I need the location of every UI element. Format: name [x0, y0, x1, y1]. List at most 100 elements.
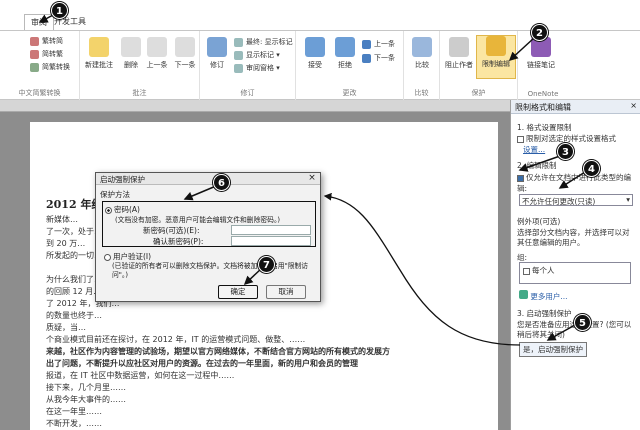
step-badge-7: 7 [258, 256, 275, 273]
step-badge-4: 4 [583, 160, 600, 177]
formatting-section-title: 1. 格式设置限制 [517, 123, 572, 132]
onenote-group: 链接笔记 OneNote [518, 31, 568, 101]
convert-button[interactable]: 简繁转换 [30, 62, 70, 72]
accept-button[interactable]: 接受 [298, 37, 332, 70]
up-arrow-icon [362, 39, 371, 49]
previous-change-button[interactable]: 上一条 [362, 39, 395, 49]
new-password-input[interactable] [231, 225, 311, 235]
doc-line: 质疑，当… [46, 323, 86, 332]
convert-icon [30, 36, 39, 46]
show-markup-button[interactable]: 显示标记 ▾ [234, 50, 280, 60]
dialog-title: 启动强制保护 [100, 175, 145, 184]
display-for-review-select[interactable]: 最终: 显示标记 [234, 37, 293, 47]
tracking-group: 修订 最终: 显示标记 显示标记 ▾ 审阅窗格 ▾ 修订 [200, 31, 296, 101]
more-users-link[interactable]: 更多用户... [519, 290, 568, 302]
convert-icon [30, 49, 39, 59]
previous-icon [147, 37, 167, 57]
block-authors-button[interactable]: 阻止作者 [442, 37, 476, 70]
compare-icon [412, 37, 432, 57]
close-icon[interactable]: × [306, 173, 318, 184]
comment-icon [89, 37, 109, 57]
chevron-down-icon: ▾ [626, 195, 630, 204]
doc-line: 的数量也终于… [46, 311, 102, 320]
group-label: 保护 [471, 89, 486, 97]
reject-icon [335, 37, 355, 57]
convert-icon [30, 62, 39, 72]
confirm-password-input[interactable] [231, 236, 311, 246]
next-icon [175, 37, 195, 57]
doc-line: 为什么我们了… [46, 275, 102, 284]
pane-title: 限制格式和编辑 [515, 103, 571, 112]
track-changes-icon [207, 37, 227, 57]
doc-line-bold: 来越，社区作为内容管理的试验场，期望以官方网络媒体，不断结合官方网站的所有模式的… [46, 347, 390, 356]
checkbox-checked-icon [517, 174, 524, 182]
next-change-button[interactable]: 下一条 [362, 53, 395, 63]
everyone-item[interactable]: 每个人 [523, 265, 555, 276]
start-enforcing-dialog: 启动强制保护 × 保护方法 密码(A) (文档没有加密。恶意用户可能会编辑文件和删… [95, 172, 321, 302]
checkbox-icon [523, 267, 530, 275]
step-badge-2: 2 [531, 24, 548, 41]
step-badge-5: 5 [574, 314, 591, 331]
pane-icon [234, 63, 243, 73]
step-badge-1: 1 [51, 2, 68, 19]
pane-header: 限制格式和编辑 × [511, 100, 640, 114]
delete-icon [121, 37, 141, 57]
chinese-conversion-group: 繁转简 简转繁 简繁转换 中文简繁转换 [0, 31, 80, 101]
group-label: 批注 [132, 89, 147, 97]
dialog-titlebar: 启动强制保护 × [96, 173, 320, 185]
group-label: 修订 [240, 89, 255, 97]
ribbon: 繁转简 简转繁 简繁转换 中文简繁转换 新建批注 删除 上一条 下一条 批注 修… [0, 30, 640, 101]
protection-method-label: 保护方法 [100, 190, 130, 199]
restrict-editing-button[interactable]: 限制编辑 [476, 35, 516, 79]
doc-line: 从我今年大事件的…… [46, 395, 126, 404]
ok-button[interactable]: 确定 [218, 285, 258, 299]
markup-icon [234, 50, 243, 60]
reviewing-pane-button[interactable]: 审阅窗格 ▾ [234, 63, 280, 73]
to-traditional-button[interactable]: 简转繁 [30, 49, 63, 59]
cancel-button[interactable]: 取消 [266, 285, 306, 299]
users-icon [519, 290, 528, 299]
password-description: (文档没有加密。恶意用户可能会编辑文件和删除密码。) [115, 216, 281, 224]
protect-group: 阻止作者 限制编辑 保护 [440, 31, 518, 101]
compare-button[interactable]: 比较 [405, 37, 439, 70]
confirm-password-label: 确认新密码(P): [153, 237, 204, 246]
display-icon [234, 37, 243, 47]
new-password-label: 新密码(可选)(E): [143, 226, 200, 235]
group-label: 更改 [342, 89, 357, 97]
accept-icon [305, 37, 325, 57]
next-comment-button[interactable]: 下一条 [168, 37, 202, 70]
doc-line-bold: 出了问题，不断提升以应社区对用户的资源。在过去的一年里面，新的用户和会员的管理 [46, 359, 358, 368]
user-authentication-radio[interactable]: 用户验证(I) [104, 251, 151, 262]
doc-line: 新媒体… [46, 215, 78, 224]
editing-section-title: 2. 编辑限制 [517, 161, 557, 170]
doc-line: 在这一年里…… [46, 407, 102, 416]
group-label: 中文简繁转换 [18, 89, 61, 97]
step-badge-6: 6 [213, 174, 230, 191]
reject-button[interactable]: 拒绝 [328, 37, 362, 70]
changes-group: 接受 拒绝 上一条 下一条 更改 [296, 31, 404, 101]
settings-link[interactable]: 设置... [523, 144, 545, 155]
word-window: 审阅 开发工具 繁转简 简转繁 简繁转换 中文简繁转换 新建批注 删除 上一条 … [0, 0, 640, 430]
doc-line: 到 20 万… [46, 239, 86, 248]
radio-icon [104, 253, 111, 261]
step-badge-3: 3 [557, 143, 574, 160]
doc-line: 报道，在 IT 社区中数据运营，如何在这一过程中…… [46, 371, 235, 380]
checkbox-icon [517, 135, 524, 143]
doc-line: 所发起的一切… [46, 251, 102, 260]
track-changes-button[interactable]: 修订 [200, 37, 234, 70]
start-enforcing-button[interactable]: 是，启动强制保护 [519, 342, 587, 357]
doc-line: 接下来，几个月里…… [46, 383, 126, 392]
linked-notes-button[interactable]: 链接笔记 [524, 37, 558, 70]
close-icon[interactable]: × [630, 101, 637, 110]
to-simplified-button[interactable]: 繁转简 [30, 36, 63, 46]
restrict-editing-pane: 限制格式和编辑 × 1. 格式设置限制 限制对选定的样式设置格式 设置... 2.… [510, 100, 640, 430]
new-comment-button[interactable]: 新建批注 [82, 37, 116, 70]
editing-type-select[interactable]: 不允许任何更改(只读) ▾ [519, 194, 633, 206]
compare-group: 比较 比较 [404, 31, 440, 101]
doc-line: 的回顾 12 月… [46, 287, 102, 296]
group-label: OneNote [527, 90, 559, 98]
down-arrow-icon [362, 53, 371, 63]
doc-line: 了一次，处于… [46, 227, 102, 236]
comments-group: 新建批注 删除 上一条 下一条 批注 [80, 31, 200, 101]
editing-checkbox[interactable]: 仅允许在文档中进行此类型的编辑: [517, 172, 637, 194]
